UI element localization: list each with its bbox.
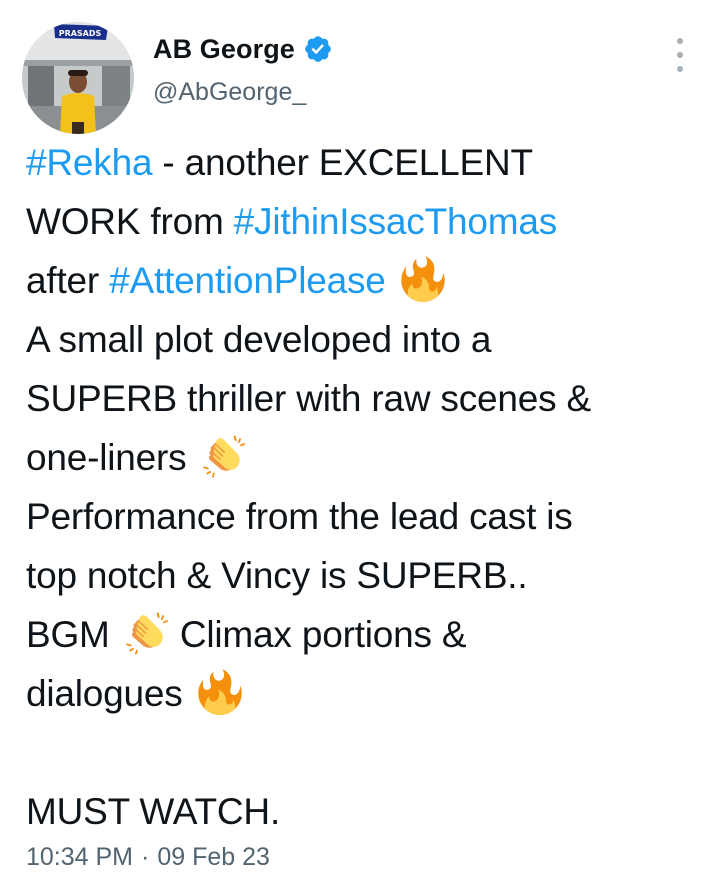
- tweet-text-segment: dialogues: [26, 673, 183, 714]
- tweet-time: 10:34 PM: [26, 843, 134, 871]
- author-info: AB George @AbGeorge_: [153, 30, 333, 107]
- fire-emoji: [401, 256, 445, 302]
- hashtag-link[interactable]: #AttentionPlease: [109, 260, 386, 301]
- verified-badge-icon: [305, 36, 331, 62]
- tweet-text: #Rekha - another EXCELLENT WORK from #Ji…: [26, 133, 706, 841]
- tweet-text-segment: Climax portions &: [179, 614, 467, 655]
- tweet-text-segment: after: [26, 260, 110, 301]
- display-name[interactable]: AB George: [153, 34, 295, 65]
- tweet-text-segment: BGM: [26, 614, 110, 655]
- fire-emoji: [197, 669, 242, 715]
- tweet-line: MUST WATCH.: [26, 791, 281, 832]
- avatar-photo: PRASADS: [22, 22, 134, 134]
- tweet-line: one-liners: [26, 428, 706, 487]
- tweet-text-segment: WORK from: [26, 201, 234, 242]
- display-name-row: AB George: [153, 30, 333, 68]
- tweet-line: A small plot developed into a: [26, 319, 492, 360]
- tweet-line: SUPERB thriller with raw scenes &: [26, 378, 592, 419]
- avatar-sign: PRASADS: [54, 24, 108, 40]
- hashtag-link[interactable]: #JithinIssacThomas: [234, 201, 558, 242]
- clapping-hands-emoji: [202, 435, 245, 478]
- tweet-line: WORK from #JithinIssacThomas: [26, 192, 706, 251]
- author-handle[interactable]: @AbGeorge_: [153, 78, 333, 107]
- tweet-timestamp[interactable]: 10:34 PM · 09 Feb 23: [26, 843, 270, 872]
- tweet-line: Performance from the lead cast is: [26, 496, 573, 537]
- tweet-header: PRASADS AB George @AbGeorge_: [0, 0, 720, 134]
- hashtag-link[interactable]: #Rekha: [26, 142, 153, 183]
- svg-text:PRASADS: PRASADS: [59, 29, 102, 38]
- tweet-line: dialogues: [26, 664, 706, 723]
- avatar[interactable]: PRASADS: [22, 22, 134, 134]
- tweet-text-segment: one-liners: [26, 437, 187, 478]
- tweet-line: after #AttentionPlease: [26, 251, 706, 310]
- more-options-icon[interactable]: [672, 38, 688, 72]
- tweet-line: #Rekha - another EXCELLENT: [26, 133, 706, 192]
- meta-separator: ·: [141, 843, 150, 871]
- tweet-line: top notch & Vincy is SUPERB..: [26, 555, 528, 596]
- clapping-hands-emoji: [125, 612, 168, 655]
- tweet-date: 09 Feb 23: [157, 843, 270, 871]
- tweet-text-segment: - another EXCELLENT: [152, 142, 533, 183]
- tweet-line: BGM Climax portions &: [26, 605, 706, 664]
